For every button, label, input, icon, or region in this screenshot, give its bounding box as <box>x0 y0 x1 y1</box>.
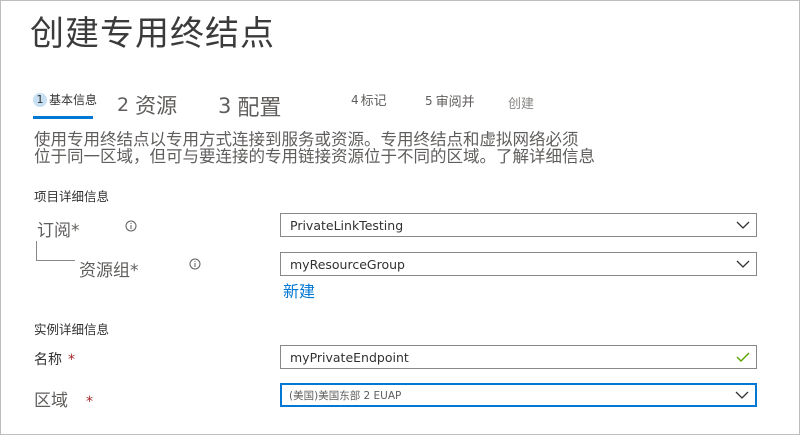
description-line: 使用专用终结点以专用方式连接到服务或资源。专用终结点和虚拟网络必须 <box>34 130 579 149</box>
subscription-value: PrivateLinkTesting <box>290 217 404 233</box>
instance-details-heading: 实例详细信息 <box>34 322 110 337</box>
chevron-down-icon <box>730 214 756 236</box>
region-label-text: 区域 <box>34 391 68 411</box>
wizard-steps: 1 基本信息 2 资源 3 配置 4 标记 5 审阅并 创建 <box>0 0 802 122</box>
step-number: 5 <box>425 93 433 108</box>
step-number: 2 <box>117 94 130 116</box>
name-value: myPrivateEndpoint <box>290 349 409 365</box>
resource-group-select[interactable]: myResourceGroup <box>280 252 757 276</box>
tab-tags[interactable]: 4 标记 <box>351 90 387 110</box>
region-label: 区域 * <box>34 386 93 411</box>
step-label: 审阅并 <box>435 95 475 110</box>
step-label: 标记 <box>360 94 387 109</box>
step-label: 资源 <box>135 94 178 118</box>
tab-basics[interactable]: 1 基本信息 <box>33 91 97 108</box>
name-label: 名称 * <box>34 349 75 369</box>
subscription-select[interactable]: PrivateLinkTesting <box>280 213 757 237</box>
description-line: 位于同一区域，但可与要连接的专用链接资源位于不同的区域。了解详细信息 <box>34 147 595 166</box>
step-label: 创建 <box>508 97 535 112</box>
tab-configuration[interactable]: 3 配置 <box>218 90 281 122</box>
resource-group-label: 资源组* <box>79 261 139 281</box>
step-label: 基本信息 <box>49 93 98 107</box>
tree-connector <box>36 241 75 261</box>
tab-review[interactable]: 5 审阅并 <box>425 91 475 111</box>
info-icon[interactable] <box>189 258 201 270</box>
resource-group-value: myResourceGroup <box>290 256 405 272</box>
project-details-heading: 项目详细信息 <box>34 189 110 204</box>
tab-resource[interactable]: 2 资源 <box>117 90 177 120</box>
description: 使用专用终结点以专用方式连接到服务或资源。专用终结点和虚拟网络必须 位于同一区域… <box>34 131 754 165</box>
region-value: (美国)美国东部 2 EUAP <box>289 389 402 402</box>
step-label: 配置 <box>237 96 282 121</box>
active-tab-indicator <box>33 116 93 119</box>
tab-create[interactable]: 创建 <box>508 93 534 112</box>
region-select[interactable]: (美国)美国东部 2 EUAP <box>280 383 757 407</box>
subscription-label: 订阅* <box>37 221 80 241</box>
chevron-down-icon <box>730 253 756 275</box>
chevron-down-icon <box>729 384 755 406</box>
required-marker: * <box>68 352 75 368</box>
step-number: 3 <box>218 94 232 118</box>
required-marker: * <box>86 394 93 410</box>
name-label-text: 名称 <box>34 352 62 368</box>
name-input[interactable]: myPrivateEndpoint <box>280 345 757 369</box>
create-new-link[interactable]: 新建 <box>283 278 315 302</box>
checkmark-icon <box>730 346 756 368</box>
step-number: 1 <box>33 92 47 107</box>
step-number: 4 <box>351 92 359 107</box>
info-icon[interactable] <box>125 220 137 232</box>
